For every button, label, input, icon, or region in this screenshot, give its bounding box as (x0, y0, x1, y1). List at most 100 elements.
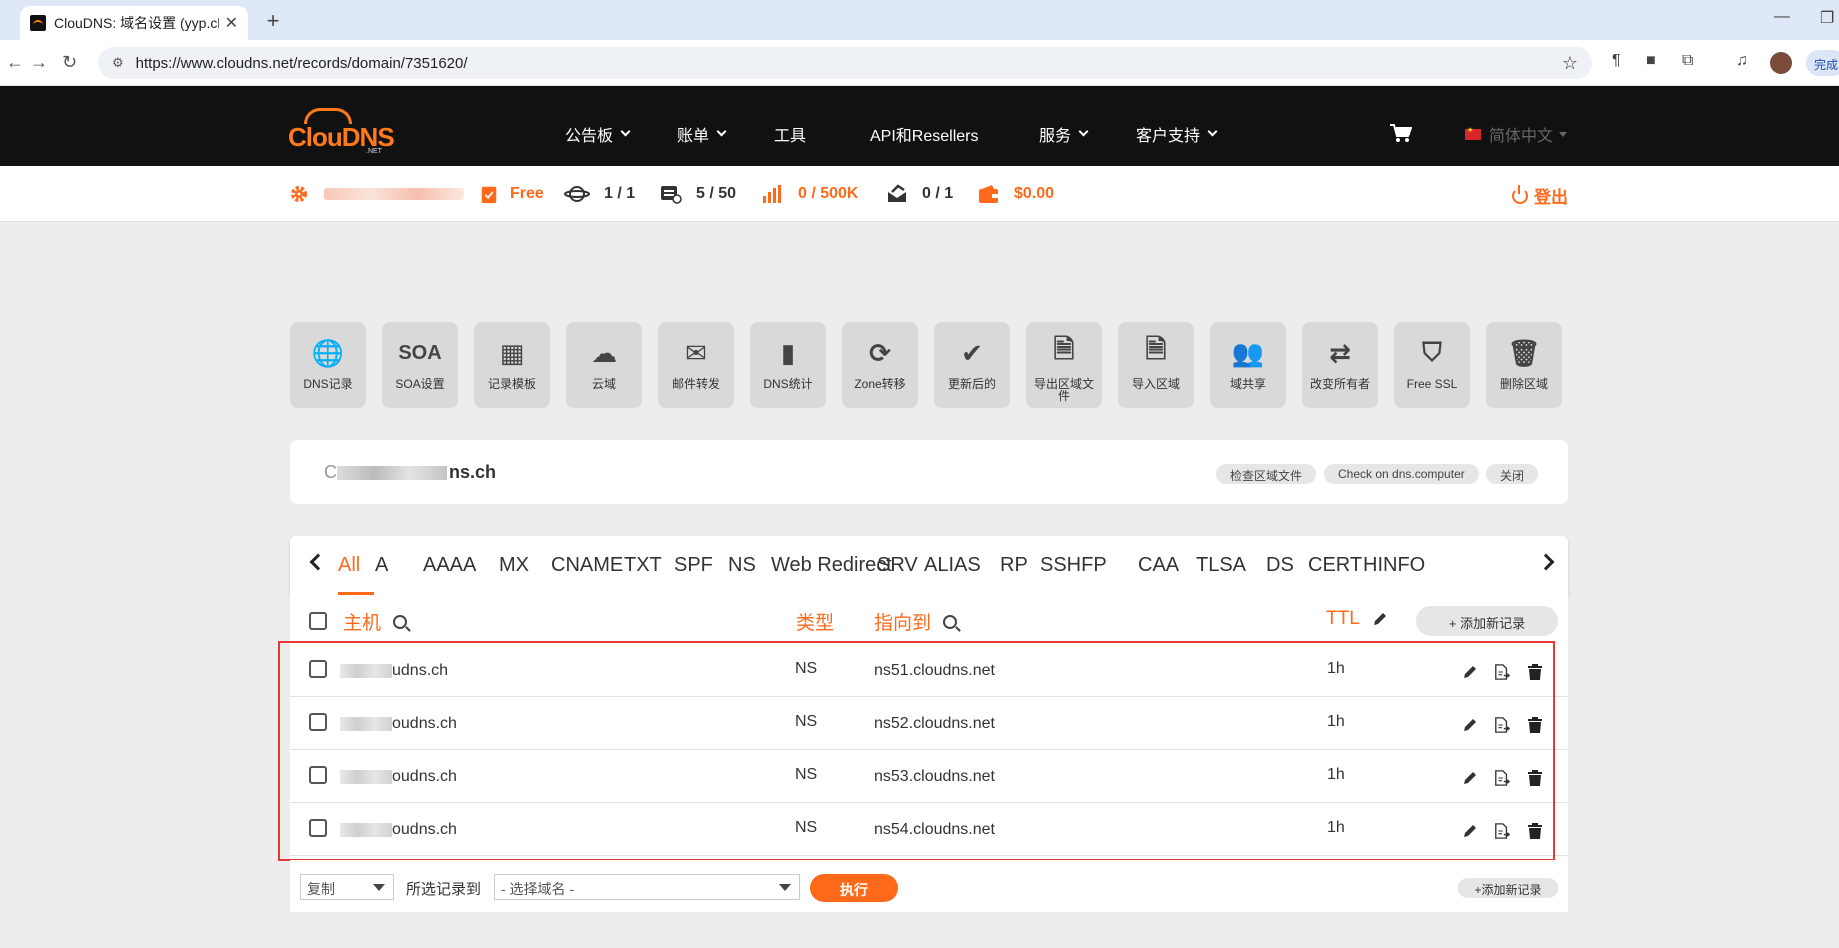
tab-web-redirect[interactable]: Web Redirect (771, 554, 892, 577)
tab-hinfo[interactable]: HINFO (1363, 554, 1425, 577)
tab-srv[interactable]: SRV (877, 554, 918, 577)
language-selector[interactable]: 简体中文 (1465, 122, 1568, 146)
cloudns-logo[interactable]: ClouDNS .NET (288, 108, 395, 155)
delete-trash-icon[interactable] (1527, 770, 1543, 786)
browser-tab[interactable]: ClouDNS: 域名设置 (yyp.cloudns.ch) ✕ (20, 6, 248, 40)
tab-a[interactable]: A (375, 554, 388, 577)
tile-stats[interactable]: ▮ DNS统计 (750, 322, 826, 408)
nav-support[interactable]: 客户支持 (1136, 122, 1218, 146)
tab-spf[interactable]: SPF (674, 554, 713, 577)
done-button[interactable]: 完成 (1806, 50, 1839, 76)
edit-pencil-icon[interactable] (1462, 770, 1478, 786)
delete-trash-icon[interactable] (1527, 717, 1543, 733)
tab-all[interactable]: All (338, 554, 360, 577)
action-select[interactable]: 复制 (300, 874, 394, 900)
tile-soa[interactable]: SOA SOA设置 (382, 322, 458, 408)
tile-cloud[interactable]: ☁ 云域 (566, 322, 642, 408)
check-zone-file-button[interactable]: 检查区域文件 (1216, 464, 1317, 484)
tile-share[interactable]: 👥 域共享 (1210, 322, 1286, 408)
tile-mail-forward[interactable]: ✉ 邮件转发 (658, 322, 734, 408)
tile-ssl-shield[interactable]: ⛉ Free SSL (1394, 322, 1470, 408)
nav-billing[interactable]: 账单 (677, 122, 727, 146)
tile-zone-transfer[interactable]: ⟳ Zone转移 (842, 322, 918, 408)
shopping-cart-icon[interactable] (1390, 124, 1412, 142)
tab-sshfp[interactable]: SSHFP (1040, 554, 1107, 577)
site-info-icon[interactable]: ⚙ (112, 55, 124, 71)
tab-ns[interactable]: NS (728, 554, 756, 577)
tab-caa[interactable]: CAA (1138, 554, 1179, 577)
globe-icon: 🌐 (311, 337, 345, 368)
tile-template[interactable]: ▦ 记录模板 (474, 322, 550, 408)
select-all-checkbox[interactable] (309, 612, 327, 630)
host-column-header: 主机 (343, 608, 408, 635)
zones-value: 1 / 1 (604, 185, 636, 202)
edit-pencil-icon[interactable] (1462, 823, 1478, 839)
copy-record-icon[interactable] (1494, 823, 1510, 839)
row-checkbox[interactable] (309, 819, 327, 837)
tile-check[interactable]: ✔ 更新后的 (934, 322, 1010, 408)
media-control-icon[interactable]: ♫ (1736, 52, 1748, 70)
profile-avatar[interactable] (1770, 52, 1792, 74)
tile-import[interactable]: 🗎 导入区域 (1118, 322, 1194, 408)
tab-cert[interactable]: CERT (1308, 554, 1362, 577)
records-globe-icon (661, 186, 682, 204)
extensions-puzzle-icon[interactable]: ⧉ (1682, 52, 1693, 70)
copy-record-icon[interactable] (1494, 770, 1510, 786)
tile-trash[interactable]: 🗑 删除区域 (1486, 322, 1562, 408)
tab-alias[interactable]: ALIAS (924, 554, 981, 577)
tile-export[interactable]: 🗎 导出区域文件 (1026, 322, 1102, 408)
plan-status[interactable]: Free (478, 184, 544, 204)
search-icon[interactable] (943, 614, 958, 629)
delete-trash-icon[interactable] (1527, 664, 1543, 680)
delete-trash-icon[interactable] (1527, 823, 1543, 839)
extension-game-icon[interactable]: ■ (1646, 52, 1656, 70)
tab-tlsa[interactable]: TLSA (1196, 554, 1246, 577)
minimize-icon[interactable]: — (1774, 8, 1790, 26)
account-settings[interactable] (288, 184, 464, 204)
nav-services[interactable]: 服务 (1039, 122, 1089, 146)
logout-button[interactable]: 登出 (1512, 183, 1568, 208)
tab-aaaa[interactable]: AAAA (423, 554, 476, 577)
check-dns-computer-button[interactable]: Check on dns.computer (1324, 464, 1479, 484)
execute-button[interactable]: 执行 (810, 874, 898, 902)
row-checkbox[interactable] (309, 660, 327, 678)
bookmark-star-icon[interactable]: ☆ (1562, 53, 1578, 74)
change-owner-icon: ⇄ (1329, 337, 1351, 368)
new-tab-icon[interactable]: + (260, 8, 286, 34)
close-domain-button[interactable]: 关闭 (1486, 464, 1539, 484)
edit-pencil-icon[interactable] (1462, 664, 1478, 680)
tab-close-icon[interactable]: ✕ (225, 13, 238, 33)
edit-pencil-icon[interactable] (1462, 717, 1478, 733)
domain-select[interactable]: - 选择域名 - (494, 874, 800, 900)
mail-count: 0 / 1 (886, 184, 953, 204)
back-icon[interactable]: ← (6, 52, 24, 73)
tabs-scroll-left-icon[interactable] (309, 553, 327, 571)
row-checkbox[interactable] (309, 713, 327, 731)
restore-icon[interactable]: ❐ (1820, 8, 1834, 28)
forward-icon[interactable]: → (30, 52, 48, 73)
address-bar[interactable]: ⚙ https://www.cloudns.net/records/domain… (98, 47, 1592, 79)
nav-api-resellers[interactable]: API和Resellers (870, 122, 978, 146)
search-icon[interactable] (393, 614, 408, 629)
domain-select-value: - 选择域名 - (501, 881, 575, 897)
tab-cname[interactable]: CNAME (551, 554, 623, 577)
tile-change-owner[interactable]: ⇄ 改变所有者 (1302, 322, 1378, 408)
copy-record-icon[interactable] (1494, 717, 1510, 733)
nav-tools[interactable]: 工具 (774, 122, 806, 146)
host-redacted (340, 770, 392, 784)
copy-record-icon[interactable] (1494, 664, 1510, 680)
edit-ttl-pencil-icon[interactable] (1372, 611, 1388, 627)
reload-icon[interactable]: ↻ (62, 52, 77, 73)
add-record-bottom-button[interactable]: +添加新记录 (1458, 878, 1558, 898)
tab-rp[interactable]: RP (1000, 554, 1028, 577)
add-record-button[interactable]: + 添加新记录 (1416, 606, 1558, 636)
tile-globe[interactable]: 🌐 DNS记录 (290, 322, 366, 408)
tab-ds[interactable]: DS (1266, 554, 1294, 577)
tab-mx[interactable]: MX (499, 554, 529, 577)
balance[interactable]: $0.00 (978, 184, 1054, 204)
nav-bulletin[interactable]: 公告板 (565, 122, 631, 146)
extension-pilcrow-icon[interactable]: ¶ (1612, 52, 1621, 70)
tabs-scroll-right-icon[interactable] (1537, 553, 1555, 571)
row-checkbox[interactable] (309, 766, 327, 784)
tab-txt[interactable]: TXT (624, 554, 662, 577)
